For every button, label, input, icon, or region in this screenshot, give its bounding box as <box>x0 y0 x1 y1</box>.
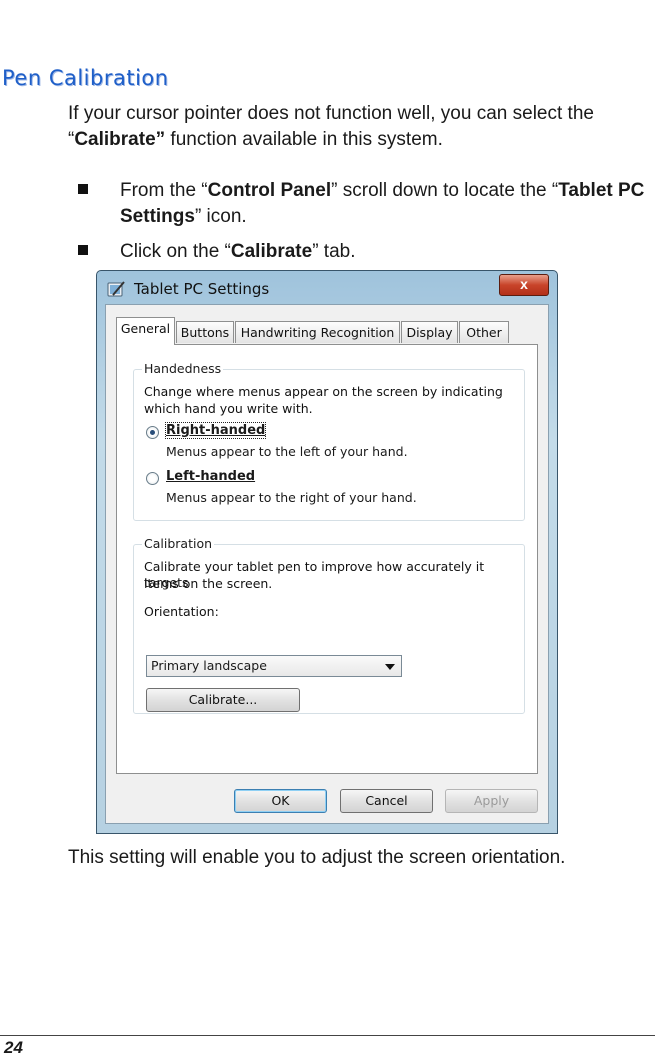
chevron-down-icon[interactable] <box>385 664 395 670</box>
tablet-pen-icon <box>107 281 125 297</box>
tab-buttons[interactable]: Buttons <box>176 321 234 343</box>
bullet-text: ” icon. <box>194 206 247 227</box>
instruction-list: From the “Control Panel” scroll down to … <box>78 178 653 274</box>
orientation-select-value: Primary landscape <box>151 658 267 673</box>
handedness-group: Handedness Change where menus appear on … <box>133 361 525 521</box>
dialog-client-area: General Buttons Handwriting Recognition … <box>105 304 549 824</box>
orientation-select[interactable]: Primary landscape <box>146 655 402 677</box>
general-tab-panel: Handedness Change where menus appear on … <box>116 344 538 774</box>
tablet-pc-settings-dialog: Tablet PC Settings x General Buttons Han… <box>96 270 558 834</box>
apply-button[interactable]: Apply <box>445 789 538 813</box>
intro-text-end: function available in this system. <box>165 129 443 150</box>
tab-other[interactable]: Other <box>459 321 509 343</box>
right-handed-description: Menus appear to the left of your hand. <box>166 444 408 459</box>
dialog-title: Tablet PC Settings <box>134 280 270 298</box>
calibrate-button[interactable]: Calibrate... <box>146 688 300 712</box>
list-item: Click on the “Calibrate” tab. <box>78 239 653 265</box>
list-item: From the “Control Panel” scroll down to … <box>78 178 653 230</box>
calibration-title: Calibration <box>142 536 215 551</box>
bullet-square-icon <box>78 184 88 194</box>
intro-paragraph: If your cursor pointer does not function… <box>68 101 648 153</box>
outro-paragraph: This setting will enable you to adjust t… <box>68 847 566 868</box>
handedness-title: Handedness <box>142 361 224 376</box>
footer-divider <box>0 1035 655 1036</box>
calibration-group: Calibration Calibrate your tablet pen to… <box>133 536 525 714</box>
tab-handwriting-recognition[interactable]: Handwriting Recognition <box>235 321 400 343</box>
section-heading: Pen Calibration <box>2 66 169 90</box>
page-number: 24 <box>4 1038 23 1057</box>
bullet-text: Click on the “ <box>120 241 231 262</box>
left-handed-radio[interactable] <box>146 472 159 485</box>
left-handed-description: Menus appear to the right of your hand. <box>166 490 417 505</box>
bullet-text: ” tab. <box>312 241 356 262</box>
right-handed-radio[interactable] <box>146 426 159 439</box>
close-button[interactable]: x <box>499 274 549 296</box>
bullet-text: From the “ <box>120 180 208 201</box>
handedness-description: Change where menus appear on the screen … <box>144 384 503 399</box>
cancel-button[interactable]: Cancel <box>340 789 433 813</box>
orientation-label: Orientation: <box>144 604 219 619</box>
right-handed-label[interactable]: Right-handed <box>164 422 267 439</box>
bullet-text: ” scroll down to locate the “ <box>331 180 559 201</box>
tab-general[interactable]: General <box>116 317 175 345</box>
ok-button[interactable]: OK <box>234 789 327 813</box>
calibration-description: items on the screen. <box>144 576 273 591</box>
bullet-square-icon <box>78 245 88 255</box>
tab-display[interactable]: Display <box>401 321 458 343</box>
left-handed-label[interactable]: Left-handed <box>166 469 255 484</box>
intro-bold-calibrate: Calibrate” <box>74 129 166 150</box>
bullet-bold-text: Calibrate <box>230 241 313 262</box>
bullet-bold-text: Control Panel <box>207 180 332 201</box>
handedness-description: which hand you write with. <box>144 401 313 416</box>
